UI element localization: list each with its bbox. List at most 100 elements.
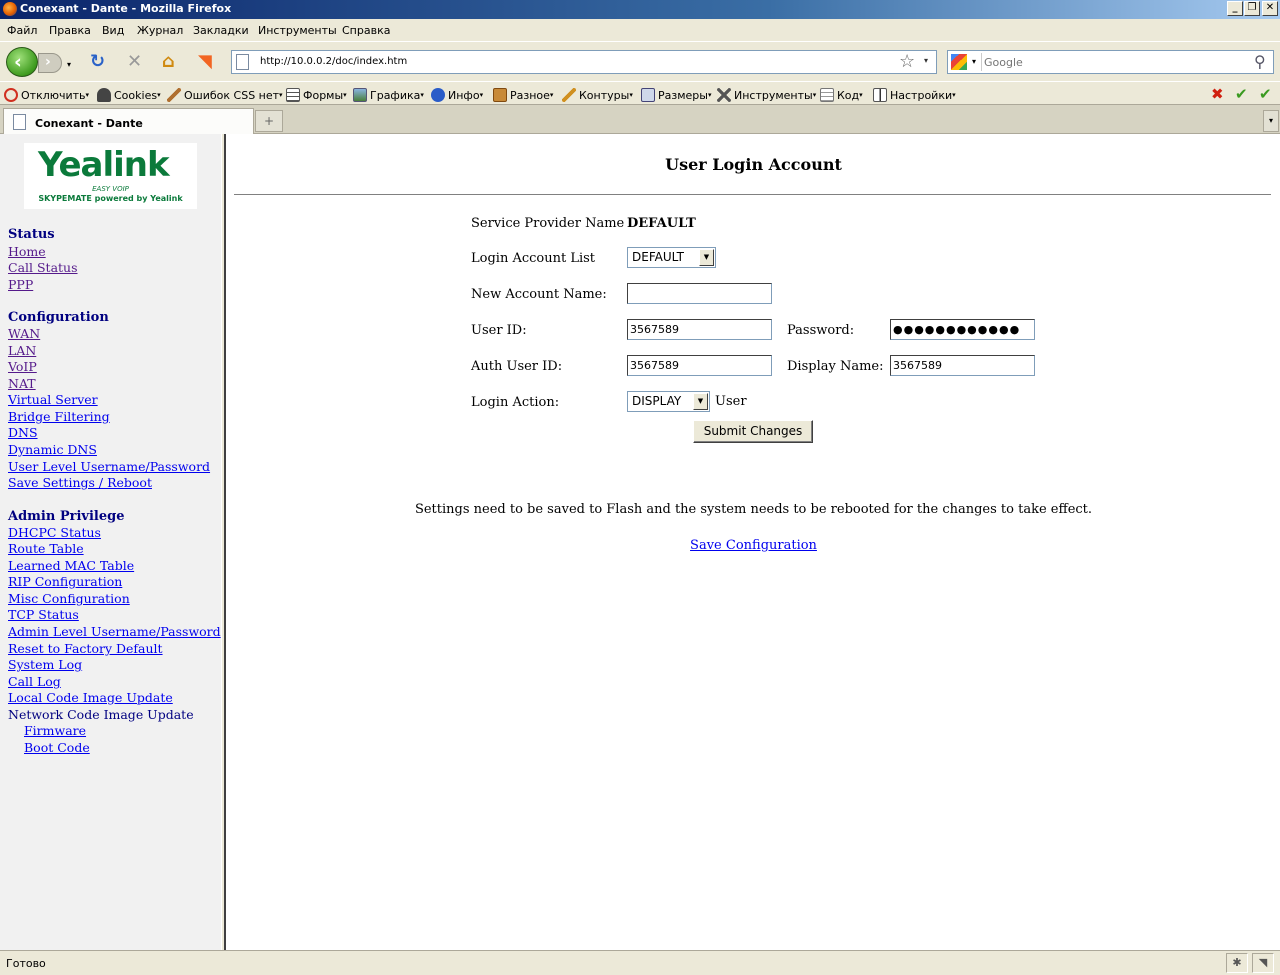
search-separator <box>981 53 982 71</box>
nav-link-home[interactable]: Home <box>8 244 46 259</box>
dev-tools-menu[interactable]: Инструменты▾ <box>717 88 816 102</box>
nav-link-factory-reset[interactable]: Reset to Factory Default <box>8 641 163 656</box>
dev-source-menu[interactable]: Код▾ <box>820 88 863 102</box>
addon-status-icon[interactable]: ✱ <box>1226 953 1248 973</box>
nav-link-system-log[interactable]: System Log <box>8 657 82 672</box>
auth-user-id-input[interactable]: 3567589 <box>627 355 772 376</box>
nav-link-misc-config[interactable]: Misc Configuration <box>8 591 130 606</box>
nav-link-dynamic-dns[interactable]: Dynamic DNS <box>8 442 97 457</box>
tab-list-button[interactable]: ▾ <box>1263 110 1279 132</box>
service-provider-label: Service Provider Name <box>471 216 625 231</box>
dev-disable-menu[interactable]: Отключить▾ <box>4 88 89 102</box>
dev-forms-menu[interactable]: Формы▾ <box>286 88 347 102</box>
nav-link-wan[interactable]: WAN <box>8 326 40 341</box>
dev-misc-menu[interactable]: Разное▾ <box>493 88 553 102</box>
dev-resize-menu[interactable]: Размеры▾ <box>641 88 711 102</box>
menu-history[interactable]: Журнал <box>137 24 183 37</box>
nav-link-voip[interactable]: VoIP <box>8 359 37 374</box>
nav-link-learned-mac[interactable]: Learned MAC Table <box>8 558 134 573</box>
js-ok-icon[interactable]: ✔ <box>1259 85 1272 103</box>
tools-icon <box>717 88 731 102</box>
nav-link-call-log[interactable]: Call Log <box>8 674 61 689</box>
search-input[interactable] <box>984 54 1244 70</box>
navigation-toolbar: ‹ › ▾ ↻ ✕ ⌂ ◥ http://10.0.0.2/doc/index.… <box>0 41 1280 81</box>
user-id-input[interactable]: 3567589 <box>627 319 772 340</box>
login-account-list-select[interactable]: DEFAULT ▼ <box>627 247 716 268</box>
nav-link-ppp[interactable]: PPP <box>8 277 33 292</box>
menu-bookmarks[interactable]: Закладки <box>193 24 249 37</box>
dev-images-menu[interactable]: Графика▾ <box>353 88 424 102</box>
feed-status-icon[interactable]: ◥ <box>1252 953 1274 973</box>
css-pencil-icon <box>167 88 181 102</box>
main-frame: User Login Account Service Provider Name… <box>227 134 1280 950</box>
outline-pencil-icon <box>562 88 576 102</box>
new-account-name-input[interactable] <box>627 283 772 304</box>
misc-icon <box>493 88 507 102</box>
search-bar[interactable]: ▾ ⚲ <box>947 50 1274 74</box>
nav-link-rip-config[interactable]: RIP Configuration <box>8 574 122 589</box>
nav-link-virtual-server[interactable]: Virtual Server <box>8 392 98 407</box>
frame-divider[interactable] <box>221 134 226 950</box>
url-text[interactable]: http://10.0.0.2/doc/index.htm <box>260 56 407 67</box>
nav-link-user-level-password[interactable]: User Level Username/Password <box>8 459 210 474</box>
dev-css-menu[interactable]: Ошибок CSS нет▾ <box>167 88 283 102</box>
display-name-input[interactable]: 3567589 <box>890 355 1035 376</box>
close-button[interactable]: ✕ <box>1262 1 1278 16</box>
login-action-select[interactable]: DISPLAY ▼ <box>627 391 710 412</box>
nav-link-save-reboot[interactable]: Save Settings / Reboot <box>8 475 152 490</box>
home-icon[interactable]: ⌂ <box>162 52 175 72</box>
reload-icon[interactable]: ↻ <box>90 52 105 72</box>
new-tab-button[interactable]: + <box>255 110 283 132</box>
minimize-button[interactable]: _ <box>1227 1 1243 16</box>
nav-link-boot-code[interactable]: Boot Code <box>24 740 90 755</box>
menu-tools[interactable]: Инструменты <box>258 24 337 37</box>
dev-options-menu[interactable]: Настройки▾ <box>873 88 956 102</box>
css-ok-icon[interactable]: ✔ <box>1235 85 1248 103</box>
nav-link-admin-level-password[interactable]: Admin Level Username/Password <box>8 624 221 639</box>
forward-button[interactable]: › <box>38 53 62 73</box>
logo-tagline: EASY VOIP <box>92 185 129 193</box>
nav-link-lan[interactable]: LAN <box>8 343 36 358</box>
password-input[interactable]: ●●●●●●●●●●●● <box>890 319 1035 340</box>
title-divider <box>234 194 1271 196</box>
nav-link-route-table[interactable]: Route Table <box>8 541 84 556</box>
login-action-suffix: User <box>715 394 747 409</box>
url-dropdown-icon[interactable]: ▾ <box>924 56 928 65</box>
nav-link-bridge-filtering[interactable]: Bridge Filtering <box>8 409 110 424</box>
nav-link-dns[interactable]: DNS <box>8 425 38 440</box>
submit-changes-button[interactable]: Submit Changes <box>693 420 813 443</box>
nav-link-firmware[interactable]: Firmware <box>24 723 86 738</box>
history-dropdown-icon[interactable]: ▾ <box>67 60 71 69</box>
back-button[interactable]: ‹ <box>6 47 38 77</box>
error-status-icon[interactable]: ✖ <box>1211 85 1224 103</box>
nav-link-call-status[interactable]: Call Status <box>8 260 78 275</box>
nav-link-nat[interactable]: NAT <box>8 376 36 391</box>
rss-feed-icon[interactable]: ◥ <box>198 52 212 72</box>
nav-link-tcp-status[interactable]: TCP Status <box>8 607 79 622</box>
engine-dropdown-icon[interactable]: ▾ <box>972 57 976 66</box>
bookmark-star-icon[interactable]: ☆ <box>899 51 915 72</box>
select-arrow-icon: ▼ <box>693 393 708 410</box>
dev-cookies-menu[interactable]: Cookies▾ <box>97 88 161 102</box>
url-bar[interactable]: http://10.0.0.2/doc/index.htm ☆ ▾ <box>231 50 937 74</box>
menu-help[interactable]: Справка <box>342 24 390 37</box>
page-icon <box>236 54 249 70</box>
logo-subtitle: SKYPEMATE powered by Yealink <box>38 194 183 203</box>
google-engine-icon[interactable] <box>951 54 967 70</box>
nav-link-dhcpc-status[interactable]: DHCPC Status <box>8 525 101 540</box>
dev-outline-menu[interactable]: Контуры▾ <box>562 88 633 102</box>
tab-conexant-dante[interactable]: Conexant - Dante <box>3 108 254 134</box>
auth-user-id-label: Auth User ID: <box>471 359 563 374</box>
forms-icon <box>286 88 300 102</box>
save-configuration-link[interactable]: Save Configuration <box>690 538 817 553</box>
menu-file[interactable]: Файл <box>7 24 37 37</box>
stop-icon[interactable]: ✕ <box>127 52 142 72</box>
menu-edit[interactable]: Правка <box>49 24 91 37</box>
menu-view[interactable]: Вид <box>102 24 124 37</box>
images-icon <box>353 88 367 102</box>
dev-info-menu[interactable]: Инфо▾ <box>431 88 483 102</box>
login-account-list-label: Login Account List <box>471 251 596 266</box>
nav-link-local-code-update[interactable]: Local Code Image Update <box>8 690 173 705</box>
restore-button[interactable]: ❐ <box>1244 1 1260 16</box>
search-icon[interactable]: ⚲ <box>1254 52 1266 71</box>
